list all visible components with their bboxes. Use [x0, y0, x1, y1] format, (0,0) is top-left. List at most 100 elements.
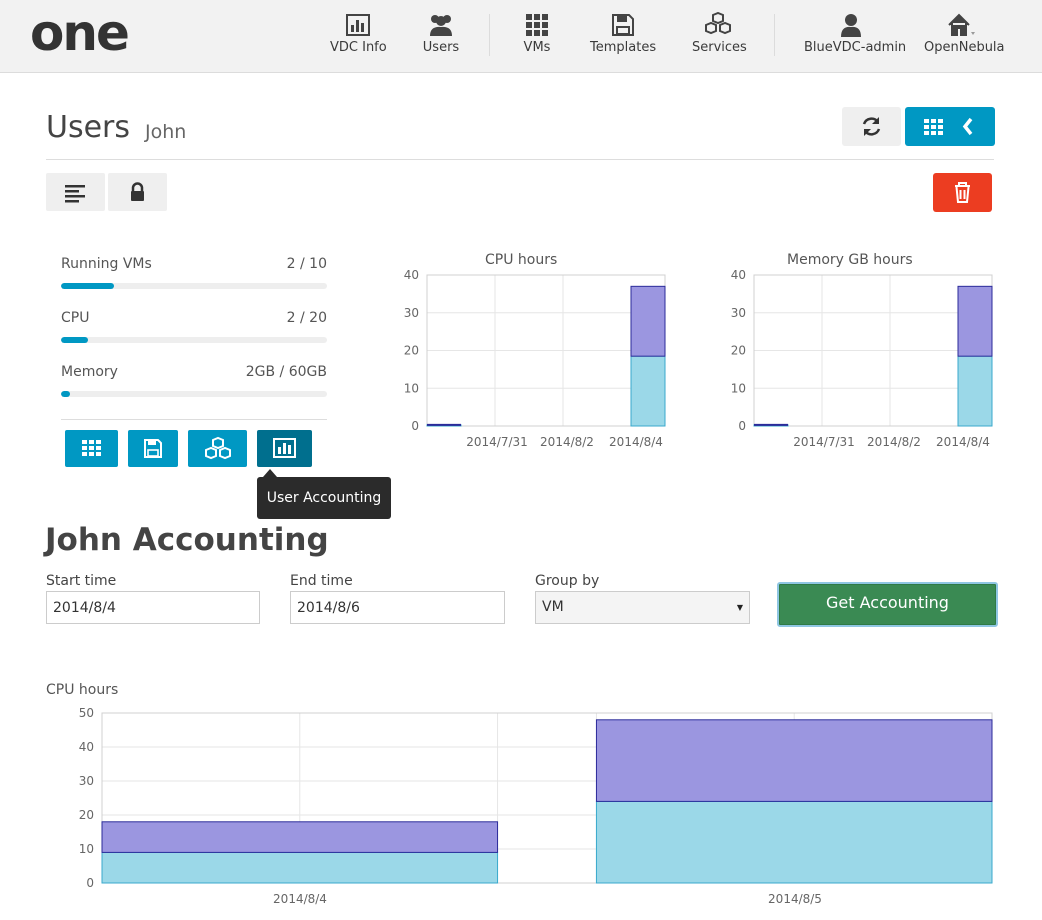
- x-tick-label: 2014/8/4: [273, 892, 327, 906]
- y-tick-label: 30: [731, 306, 746, 320]
- y-tick-label: 30: [404, 306, 419, 320]
- quota-value: 2GB / 60GB: [245, 364, 327, 380]
- page-subtitle: John: [145, 121, 187, 143]
- y-tick-label: 10: [79, 842, 94, 856]
- cpu-hours-chart-title: CPU hours: [485, 252, 558, 268]
- y-tick-label: 40: [404, 268, 419, 282]
- opennebula-logo[interactable]: one: [30, 14, 150, 56]
- y-tick-label: 0: [86, 876, 94, 890]
- quota-progress-bar: [61, 337, 327, 343]
- nav-divider: [489, 14, 490, 56]
- user-templates-button[interactable]: [128, 430, 178, 467]
- user-icon: [841, 14, 861, 37]
- memory-hours-chart-title: Memory GB hours: [787, 252, 913, 268]
- save-icon: [612, 14, 634, 36]
- top-navbar: one VDC Info Users VMs Templates Service…: [0, 0, 1042, 73]
- user-vms-button[interactable]: [65, 430, 118, 467]
- x-tick-label: 2014/8/2: [540, 435, 594, 449]
- bar-segment-base: [630, 355, 666, 427]
- tooltip: User Accounting: [257, 477, 391, 519]
- cubes-icon: [205, 436, 231, 460]
- nav-divider: [774, 14, 775, 56]
- x-tick-label: 2014/7/31: [466, 435, 528, 449]
- y-tick-label: 0: [738, 419, 746, 433]
- align-left-icon: [65, 185, 85, 203]
- accounting-cpu-hours-chart: 0 10 20 30 40 50 2014/8/4 2014/8/5: [79, 706, 993, 906]
- quota-progress-fill: [61, 337, 88, 343]
- cubes-icon: [705, 12, 731, 35]
- nav-label: Services: [692, 40, 747, 55]
- bar-segment-base: [957, 355, 993, 427]
- bar-chart-icon: [346, 14, 370, 36]
- chevron-down-icon: ▼: [736, 603, 743, 612]
- quota-progress-bar: [61, 391, 327, 397]
- bar-segment-top: [101, 821, 499, 853]
- x-tick-label: 2014/8/4: [936, 435, 990, 449]
- quota-label: Running VMs: [61, 256, 152, 272]
- page-title: Users: [46, 110, 131, 145]
- quota-progress-fill: [61, 283, 115, 289]
- quota-divider: [61, 419, 327, 420]
- cpu-hours-chart: 0 10 20 30 40 2014/7/31 2014/8/2 2014/8/4: [404, 268, 666, 449]
- user-accounting-button[interactable]: [257, 430, 312, 467]
- y-tick-label: 50: [79, 706, 94, 720]
- x-tick-label: 2014/8/2: [867, 435, 921, 449]
- user-services-button[interactable]: [188, 430, 247, 467]
- trash-icon: [955, 182, 970, 203]
- refresh-button[interactable]: [842, 107, 901, 146]
- accounting-title: John Accounting: [45, 522, 329, 558]
- grid-back-icon: [924, 117, 973, 136]
- svg-text:one: one: [30, 14, 128, 56]
- y-tick-label: 20: [404, 344, 419, 358]
- nav-label: Templates: [590, 40, 657, 55]
- quota-progress-bar: [61, 283, 327, 289]
- nav-user-menu[interactable]: BlueVDC-admin: [804, 12, 907, 62]
- users-icon: [430, 15, 452, 36]
- quota-label: CPU: [61, 310, 90, 326]
- y-tick-label: 20: [79, 808, 94, 822]
- back-to-list-button[interactable]: [905, 107, 995, 146]
- start-time-input[interactable]: [46, 591, 260, 624]
- y-tick-label: 40: [731, 268, 746, 282]
- quota-value: 2 / 20: [286, 310, 327, 326]
- nav-templates[interactable]: Templates: [590, 12, 656, 62]
- quota-label: Memory: [61, 364, 118, 380]
- y-tick-label: 10: [404, 381, 419, 395]
- home-icon: [948, 13, 975, 36]
- refresh-icon: [862, 117, 881, 136]
- nav-vms[interactable]: VMs: [518, 12, 556, 62]
- tab-info[interactable]: [46, 173, 105, 211]
- bar-segment-top: [595, 719, 993, 802]
- group-by-select[interactable]: VM ▼: [535, 591, 750, 624]
- y-tick-label: 40: [79, 740, 94, 754]
- nav-label: VMs: [523, 40, 551, 55]
- x-tick-label: 2014/8/4: [609, 435, 663, 449]
- end-time-label: End time: [290, 573, 353, 589]
- accounting-chart-title: CPU hours: [46, 682, 119, 698]
- y-tick-label: 30: [79, 774, 94, 788]
- y-tick-label: 10: [731, 381, 746, 395]
- memory-hours-chart: 0 10 20 30 40 2014/7/31 2014/8/2 2014/8/4: [731, 268, 993, 449]
- nav-label: VDC Info: [330, 40, 387, 55]
- end-time-input[interactable]: [290, 591, 505, 624]
- grid-icon: [526, 14, 548, 36]
- nav-users[interactable]: Users: [418, 12, 464, 62]
- save-icon: [144, 439, 162, 458]
- grid-icon: [82, 440, 101, 456]
- bar-segment-base: [101, 851, 499, 884]
- y-tick-label: 0: [411, 419, 419, 433]
- nav-label: Users: [422, 40, 460, 55]
- bar-segment-top: [957, 285, 993, 357]
- delete-button[interactable]: [933, 173, 992, 212]
- tab-quotas[interactable]: [108, 173, 167, 211]
- nav-services[interactable]: Services: [692, 12, 747, 62]
- nav-label: BlueVDC-admin: [804, 40, 907, 55]
- nav-label: OpenNebula: [924, 40, 1005, 55]
- group-by-value: VM: [542, 599, 564, 615]
- nav-zone-menu[interactable]: OpenNebula: [924, 12, 1005, 62]
- get-accounting-button[interactable]: Get Accounting: [777, 582, 998, 627]
- bar-chart-icon: [273, 438, 296, 458]
- start-time-label: Start time: [46, 573, 117, 589]
- nav-vdc-info[interactable]: VDC Info: [330, 12, 387, 62]
- bar-segment-top: [630, 285, 666, 357]
